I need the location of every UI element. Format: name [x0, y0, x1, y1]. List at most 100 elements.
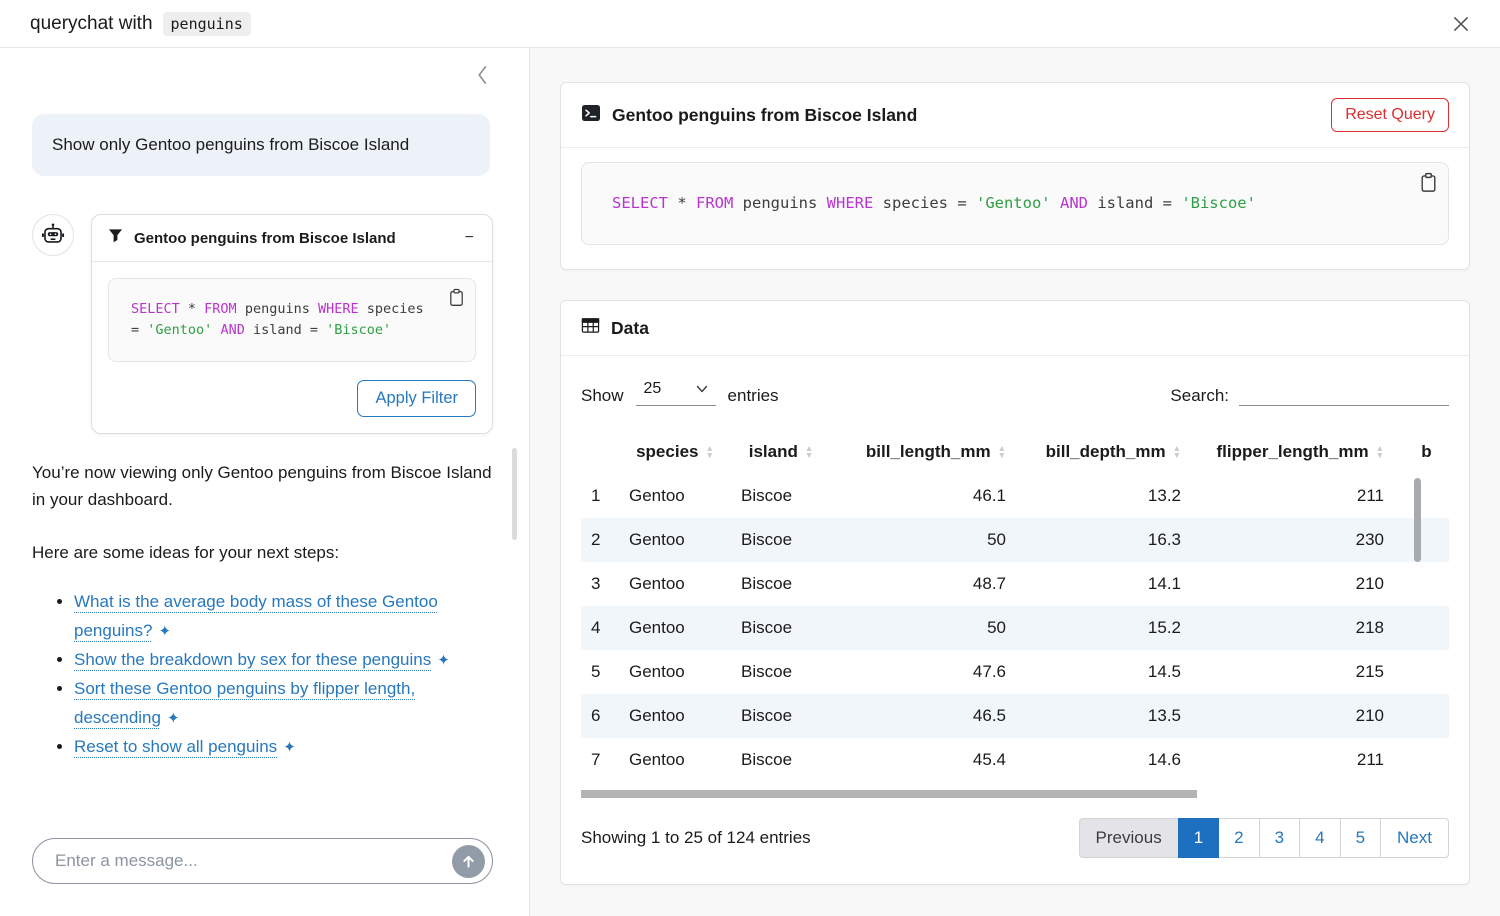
cell-b — [1406, 694, 1449, 738]
cell-flipper_length_mm: 230 — [1191, 518, 1406, 562]
cell-bill_length_mm: 46.1 — [831, 474, 1016, 518]
collapse-sidebar-icon[interactable] — [474, 62, 491, 88]
sql-token: 'Gentoo' — [147, 322, 212, 338]
column-header-flipper_length_mm[interactable]: flipper_length_mm ▲▼ — [1191, 430, 1406, 474]
sql-token: FROM — [204, 301, 237, 317]
filter-card: Gentoo penguins from Biscoe Island − — [91, 214, 493, 434]
user-message: Show only Gentoo penguins from Biscoe Is… — [32, 114, 490, 176]
sql-token: SELECT — [131, 301, 180, 317]
assistant-message: You’re now viewing only Gentoo penguins … — [32, 459, 493, 514]
cell-bill_length_mm: 50 — [831, 606, 1016, 650]
page-size-select[interactable]: 25 — [636, 378, 716, 406]
sparkle-icon: ✦ — [437, 652, 450, 669]
suggestion-link[interactable]: Show the breakdown by sex for these peng… — [74, 650, 431, 669]
sidebar-scrollbar[interactable] — [512, 448, 517, 540]
cell-flipper_length_mm: 218 — [1191, 606, 1406, 650]
cell-bill_depth_mm: 16.3 — [1016, 518, 1191, 562]
sql-token: 'Biscoe' — [1181, 194, 1256, 212]
reset-query-button[interactable]: Reset Query — [1331, 98, 1449, 132]
table-row: 6GentooBiscoe46.513.5210 — [581, 694, 1449, 738]
table-vertical-scrollbar[interactable] — [1414, 478, 1421, 562]
data-card: Data Show 25 entries Searc — [560, 300, 1470, 885]
suggestion-link[interactable]: Reset to show all penguins — [74, 737, 277, 756]
suggestion-link[interactable]: What is the average body mass of these G… — [74, 592, 438, 640]
table-horizontal-scrollbar[interactable] — [581, 790, 1197, 798]
sidebar-collapse-row — [32, 62, 493, 92]
column-label: species — [636, 442, 698, 462]
cell-flipper_length_mm: 211 — [1191, 738, 1406, 782]
pagination-page-4[interactable]: 4 — [1299, 818, 1340, 858]
pagination-next[interactable]: Next — [1380, 818, 1449, 858]
cell-bill_depth_mm: 14.5 — [1016, 650, 1191, 694]
pagination-page-2[interactable]: 2 — [1218, 818, 1259, 858]
chat-sidebar: Show only Gentoo penguins from Biscoe Is… — [0, 48, 530, 916]
row-number-cell: 4 — [581, 606, 619, 650]
table-row: 2GentooBiscoe5016.3230 — [581, 518, 1449, 562]
sort-icon: ▲▼ — [1173, 445, 1181, 459]
column-header-bill_length_mm[interactable]: bill_length_mm▲▼ — [831, 430, 1016, 474]
sql-token: island = — [1088, 194, 1181, 212]
column-header-island[interactable]: island▲▼ — [731, 430, 831, 474]
sql-token: penguins — [237, 301, 318, 317]
cell-b — [1406, 518, 1449, 562]
suggestion-link[interactable]: Sort these Gentoo penguins by flipper le… — [74, 679, 415, 727]
row-number-cell: 3 — [581, 562, 619, 606]
copy-icon[interactable] — [448, 288, 465, 307]
pagination-previous[interactable]: Previous — [1079, 818, 1179, 858]
show-label: Show — [581, 386, 624, 406]
chat-input[interactable] — [53, 850, 452, 872]
sort-icon: ▲▼ — [1376, 445, 1384, 459]
cell-species: Gentoo — [619, 518, 731, 562]
column-header-b: b — [1406, 430, 1449, 474]
cell-species: Gentoo — [619, 694, 731, 738]
dataset-chip: penguins — [163, 12, 251, 36]
copy-icon[interactable] — [1419, 172, 1438, 193]
column-header-species[interactable]: species▲▼ — [619, 430, 731, 474]
sql-token: FROM — [696, 194, 733, 212]
column-label: bill_length_mm — [866, 442, 991, 462]
topbar: querychat with penguins — [0, 0, 1500, 48]
cell-bill_depth_mm: 14.6 — [1016, 738, 1191, 782]
cell-island: Biscoe — [731, 606, 831, 650]
cell-bill_depth_mm: 13.2 — [1016, 474, 1191, 518]
sql-token: AND — [220, 322, 244, 338]
cell-species: Gentoo — [619, 562, 731, 606]
chevron-down-icon — [696, 385, 708, 393]
query-card-body: SELECT * FROM penguins WHERE species = '… — [561, 148, 1469, 269]
column-label: island — [749, 442, 798, 462]
cell-island: Biscoe — [731, 694, 831, 738]
cell-species: Gentoo — [619, 650, 731, 694]
cell-b — [1406, 738, 1449, 782]
data-card-header: Data — [561, 301, 1469, 356]
table-viewport: species▲▼island▲▼bill_length_mm▲▼bill_de… — [581, 430, 1449, 798]
suggestion-item: Reset to show all penguins✦ — [74, 733, 493, 762]
collapse-card-icon[interactable]: − — [463, 229, 476, 247]
cell-flipper_length_mm: 210 — [1191, 694, 1406, 738]
cell-bill_length_mm: 47.6 — [831, 650, 1016, 694]
sql-token — [1051, 194, 1060, 212]
ideas-intro: Here are some ideas for your next steps: — [32, 539, 493, 567]
sql-query: SELECT * FROM penguins WHERE species = '… — [612, 194, 1256, 212]
table-controls: Show 25 entries Search: — [581, 378, 1449, 406]
cell-b — [1406, 606, 1449, 650]
sql-token: 'Gentoo' — [976, 194, 1051, 212]
apply-filter-button[interactable]: Apply Filter — [357, 380, 476, 417]
row-number-cell: 5 — [581, 650, 619, 694]
cell-bill_depth_mm: 13.5 — [1016, 694, 1191, 738]
filter-funnel-icon — [108, 228, 123, 248]
close-icon[interactable] — [1446, 9, 1476, 39]
pagination-page-5[interactable]: 5 — [1340, 818, 1381, 858]
send-button[interactable] — [452, 845, 485, 878]
column-label: flipper_length_mm — [1216, 442, 1368, 462]
pagination-page-3[interactable]: 3 — [1259, 818, 1300, 858]
search-control: Search: — [1170, 378, 1449, 406]
pagination-page-1[interactable]: 1 — [1178, 818, 1219, 858]
search-input[interactable] — [1239, 378, 1449, 406]
table-footer: Showing 1 to 25 of 124 entries Previous1… — [581, 818, 1449, 858]
column-header-bill_depth_mm[interactable]: bill_depth_mm▲▼ — [1016, 430, 1191, 474]
sql-snippet: SELECT * FROM penguins WHERE species = '… — [131, 301, 432, 338]
query-card-header: Gentoo penguins from Biscoe Island Reset… — [561, 83, 1469, 148]
table-header-row: species▲▼island▲▼bill_length_mm▲▼bill_de… — [581, 430, 1449, 474]
query-card: Gentoo penguins from Biscoe Island Reset… — [560, 82, 1470, 270]
cell-bill_length_mm: 45.4 — [831, 738, 1016, 782]
